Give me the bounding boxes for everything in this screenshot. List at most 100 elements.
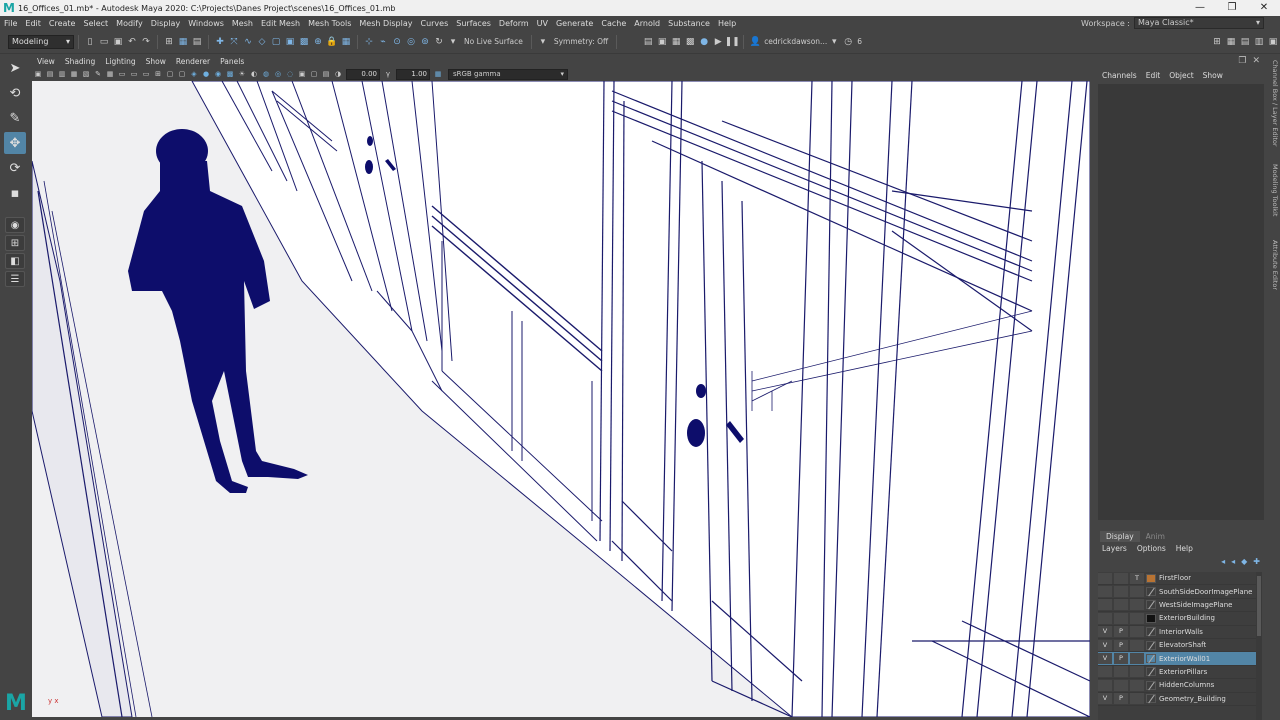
panel-menu-show[interactable]: Show [141, 57, 171, 66]
layer-row[interactable]: V P InteriorWalls [1098, 626, 1256, 639]
menu-mesh-tools[interactable]: Mesh Tools [304, 19, 355, 28]
2d-pan-zoom-icon[interactable]: ▧ [81, 69, 91, 79]
layer-color-swatch[interactable] [1146, 640, 1156, 650]
display-type-toggle[interactable]: T [1130, 572, 1144, 584]
exposure-field[interactable]: 0.00 [346, 68, 380, 80]
minimize-button[interactable]: — [1184, 0, 1216, 16]
tool-settings-icon[interactable]: ▤ [1238, 35, 1252, 49]
select-by-curve-icon[interactable]: ∿ [241, 35, 255, 49]
rotate-tool-icon[interactable]: ⟳ [4, 157, 26, 179]
display-type-toggle[interactable] [1130, 653, 1144, 665]
display-type-toggle[interactable] [1130, 679, 1144, 691]
channelbox-menu-object[interactable]: Object [1169, 71, 1193, 80]
attribute-editor-icon[interactable]: ▦ [1224, 35, 1238, 49]
hypershade-icon[interactable]: ● [697, 35, 711, 49]
playback-toggle[interactable] [1114, 666, 1128, 678]
xray-joints-icon[interactable]: ▤ [321, 69, 331, 79]
visibility-toggle[interactable] [1098, 666, 1112, 678]
grease-pencil-icon[interactable]: ✎ [93, 69, 103, 79]
select-hierarchy-icon[interactable]: ⊞ [162, 35, 176, 49]
snap-view-plane-icon[interactable]: ⊚ [418, 35, 432, 49]
float-icon[interactable]: ❐ [1238, 56, 1246, 66]
make-live-icon[interactable]: ↻ [432, 35, 446, 49]
select-by-dynamic-icon[interactable]: ▣ [283, 35, 297, 49]
layer-color-swatch[interactable] [1146, 627, 1156, 637]
paint-select-tool-icon[interactable]: ✎ [4, 107, 26, 129]
layer-row[interactable]: WestSideImagePlane [1098, 599, 1256, 613]
channelbox-menu-show[interactable]: Show [1203, 71, 1223, 80]
menu-modify[interactable]: Modify [112, 19, 147, 28]
playback-toggle[interactable] [1114, 599, 1128, 611]
visibility-toggle[interactable] [1098, 599, 1112, 611]
render-frame-icon[interactable]: ▣ [655, 35, 669, 49]
xray-icon[interactable]: ▢ [309, 69, 319, 79]
menu-mesh-display[interactable]: Mesh Display [355, 19, 416, 28]
move-layer-up-icon[interactable]: ◂ [1221, 557, 1225, 566]
select-object-icon[interactable]: ▦ [176, 35, 190, 49]
bookmarks-icon[interactable]: ▥ [57, 69, 67, 79]
redo-icon[interactable]: ↷ [139, 35, 153, 49]
tab-modeling-toolkit[interactable]: Modeling Toolkit [1267, 164, 1279, 216]
select-by-joint-icon[interactable]: ⤧ [227, 35, 241, 49]
layer-row[interactable]: V P Geometry_Building [1098, 693, 1256, 706]
visibility-toggle[interactable]: V [1098, 639, 1112, 651]
snap-grid-icon[interactable]: ⊹ [362, 35, 376, 49]
menu-select[interactable]: Select [79, 19, 112, 28]
field-chart-icon[interactable]: ⊞ [153, 69, 163, 79]
display-type-toggle[interactable] [1130, 612, 1144, 624]
channel-box-icon[interactable]: ▥ [1252, 35, 1266, 49]
single-perspective-layout-icon[interactable]: ◉ [5, 217, 25, 233]
playback-toggle[interactable] [1114, 586, 1128, 598]
select-by-misc-icon[interactable]: ⊕ [311, 35, 325, 49]
menu-cache[interactable]: Cache [597, 19, 630, 28]
layer-row[interactable]: SouthSideDoorImagePlane [1098, 585, 1256, 599]
display-type-toggle[interactable] [1130, 693, 1144, 705]
channelbox-menu-edit[interactable]: Edit [1146, 71, 1161, 80]
user-icon[interactable]: 👤 [748, 35, 762, 49]
playback-toggle[interactable] [1114, 679, 1128, 691]
gamma-icon[interactable]: γ [383, 69, 393, 79]
live-surface-label[interactable]: No Live Surface [464, 37, 523, 46]
playback-toggle[interactable] [1114, 612, 1128, 624]
visibility-toggle[interactable] [1098, 586, 1112, 598]
outliner-layout-icon[interactable]: ☰ [5, 271, 25, 287]
menu-substance[interactable]: Substance [664, 19, 714, 28]
menu-generate[interactable]: Generate [552, 19, 597, 28]
camera-attributes-icon[interactable]: ▤ [45, 69, 55, 79]
safe-title-icon[interactable]: ▢ [177, 69, 187, 79]
playback-toggle[interactable]: P [1114, 653, 1128, 665]
select-tool-icon[interactable]: ➤ [4, 57, 26, 79]
layer-color-swatch[interactable] [1146, 573, 1156, 583]
live-dropdown-icon[interactable]: ▾ [446, 35, 460, 49]
tab-anim[interactable]: Anim [1140, 531, 1171, 542]
snap-projected-center-icon[interactable]: ◎ [404, 35, 418, 49]
select-by-deformation-icon[interactable]: ▢ [269, 35, 283, 49]
highlight-selection-icon[interactable]: ▦ [339, 35, 353, 49]
grid-icon[interactable]: ▦ [105, 69, 115, 79]
lights-icon[interactable]: ☀ [237, 69, 247, 79]
layer-list-scrollbar[interactable] [1256, 572, 1262, 720]
menu-edit-mesh[interactable]: Edit Mesh [257, 19, 304, 28]
menu-uv[interactable]: UV [533, 19, 552, 28]
undo-icon[interactable]: ↶ [125, 35, 139, 49]
display-type-toggle[interactable] [1130, 599, 1144, 611]
menu-curves[interactable]: Curves [416, 19, 452, 28]
panel-menu-shading[interactable]: Shading [60, 57, 100, 66]
menu-edit[interactable]: Edit [21, 19, 45, 28]
panel-menu-view[interactable]: View [32, 57, 60, 66]
layer-row[interactable]: HiddenColumns [1098, 679, 1256, 693]
motion-blur-icon[interactable]: ◎ [273, 69, 283, 79]
user-name[interactable]: cedrickdawson... [764, 37, 827, 46]
film-gate-icon[interactable]: ▭ [117, 69, 127, 79]
symmetry-label[interactable]: Symmetry: Off [554, 37, 608, 46]
playback-toggle[interactable]: P [1114, 639, 1128, 651]
new-scene-icon[interactable]: ▯ [83, 35, 97, 49]
notification-count[interactable]: 6 [857, 37, 862, 46]
isolate-select-icon[interactable]: ▣ [297, 69, 307, 79]
menu-create[interactable]: Create [45, 19, 80, 28]
layer-row[interactable]: ExteriorBuilding [1098, 612, 1256, 626]
move-layer-down-icon[interactable]: ◂ [1231, 557, 1235, 566]
smooth-shade-icon[interactable]: ● [201, 69, 211, 79]
persp-outliner-layout-icon[interactable]: ◧ [5, 253, 25, 269]
layer-color-swatch[interactable] [1146, 654, 1156, 664]
